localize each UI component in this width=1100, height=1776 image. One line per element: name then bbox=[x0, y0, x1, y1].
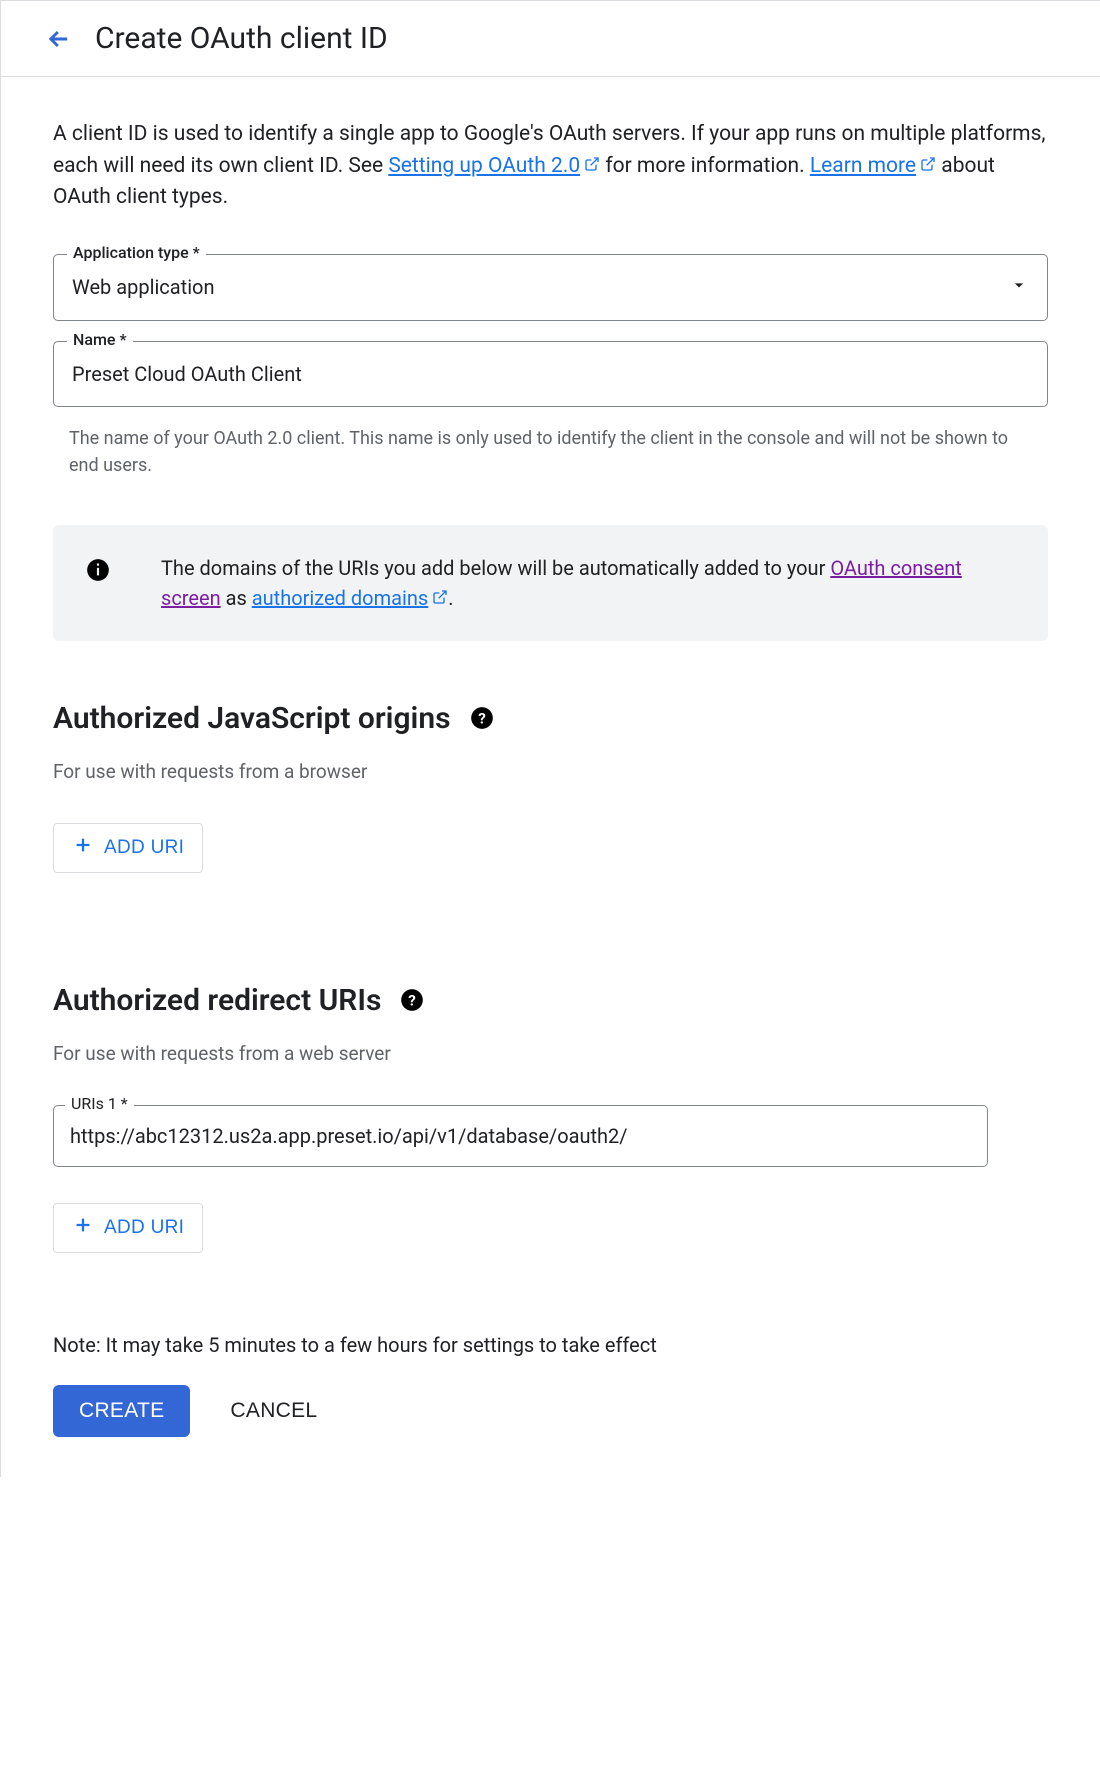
dropdown-arrow-icon bbox=[1009, 275, 1029, 300]
uri-1-label: URIs 1 * bbox=[65, 1094, 134, 1113]
action-row: CREATE CANCEL bbox=[53, 1385, 1048, 1437]
intro-text: A client ID is used to identify a single… bbox=[53, 119, 1048, 214]
uri-1-field: URIs 1 * bbox=[53, 1105, 988, 1167]
external-link-icon bbox=[432, 583, 448, 599]
svg-text:?: ? bbox=[409, 991, 417, 1009]
page-header: Create OAuth client ID bbox=[0, 1, 1100, 77]
help-icon[interactable]: ? bbox=[469, 705, 495, 731]
back-arrow-icon[interactable] bbox=[45, 25, 73, 53]
name-label: Name * bbox=[67, 330, 133, 349]
help-icon[interactable]: ? bbox=[399, 987, 425, 1013]
add-uri-button-js[interactable]: ADD URI bbox=[53, 823, 203, 873]
uri-1-input[interactable] bbox=[53, 1105, 988, 1167]
note-text: Note: It may take 5 minutes to a few hou… bbox=[53, 1333, 1048, 1357]
application-type-value: Web application bbox=[72, 275, 215, 299]
name-helper-text: The name of your OAuth 2.0 client. This … bbox=[53, 419, 1048, 479]
add-uri-button-redirect[interactable]: ADD URI bbox=[53, 1203, 203, 1253]
info-banner: The domains of the URIs you add below wi… bbox=[53, 525, 1048, 641]
info-text: The domains of the URIs you add below wi… bbox=[161, 553, 1016, 613]
name-input[interactable] bbox=[72, 362, 1029, 386]
create-button[interactable]: CREATE bbox=[53, 1385, 190, 1437]
js-origins-subtitle: For use with requests from a browser bbox=[53, 760, 1048, 783]
authorized-domains-link[interactable]: authorized domains bbox=[252, 586, 448, 610]
js-origins-header: Authorized JavaScript origins ? bbox=[53, 701, 1048, 736]
application-type-field: Application type * Web application bbox=[53, 254, 1048, 321]
redirect-uris-header: Authorized redirect URIs ? bbox=[53, 983, 1048, 1018]
name-field: Name * bbox=[53, 341, 1048, 407]
external-link-icon bbox=[584, 151, 600, 167]
application-type-select[interactable]: Web application bbox=[53, 254, 1048, 321]
svg-text:?: ? bbox=[478, 709, 486, 727]
learn-more-link[interactable]: Learn more bbox=[810, 154, 936, 178]
plus-icon bbox=[72, 1214, 94, 1242]
setting-up-oauth-link[interactable]: Setting up OAuth 2.0 bbox=[388, 154, 600, 178]
cancel-button[interactable]: CANCEL bbox=[230, 1399, 317, 1423]
redirect-uris-subtitle: For use with requests from a web server bbox=[53, 1042, 1048, 1065]
js-origins-title: Authorized JavaScript origins bbox=[53, 701, 451, 736]
redirect-uris-title: Authorized redirect URIs bbox=[53, 983, 381, 1018]
external-link-icon bbox=[920, 151, 936, 167]
application-type-label: Application type * bbox=[67, 243, 206, 262]
info-icon bbox=[85, 557, 111, 583]
page-title: Create OAuth client ID bbox=[95, 21, 388, 56]
plus-icon bbox=[72, 834, 94, 862]
